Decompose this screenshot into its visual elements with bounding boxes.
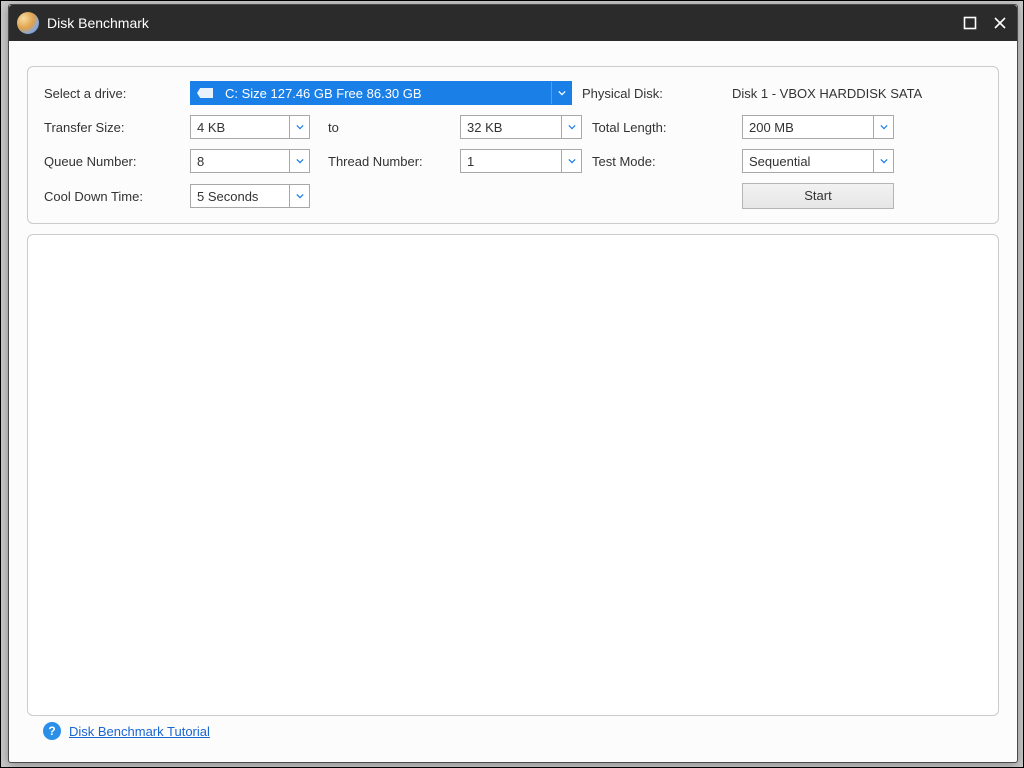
thread-number-value: 1 — [461, 154, 561, 169]
app-icon — [17, 12, 39, 34]
results-panel — [27, 234, 999, 716]
chevron-down-icon — [296, 158, 304, 164]
chevron-down-icon — [568, 124, 576, 130]
physical-disk-value: Disk 1 - VBOX HARDDISK SATA — [732, 86, 982, 101]
close-icon — [993, 16, 1007, 30]
transfer-from-select[interactable]: 4 KB — [190, 115, 310, 139]
titlebar[interactable]: Disk Benchmark — [9, 5, 1017, 41]
drive-select-dropdown-button[interactable] — [551, 82, 571, 104]
cooldown-dropdown-button[interactable] — [289, 185, 309, 207]
queue-number-value: 8 — [191, 154, 289, 169]
test-mode-dropdown-button[interactable] — [873, 150, 893, 172]
help-icon[interactable]: ? — [43, 722, 61, 740]
drive-select-value: C: Size 127.46 GB Free 86.30 GB — [219, 86, 551, 101]
total-length-select[interactable]: 200 MB — [742, 115, 894, 139]
cooldown-select[interactable]: 5 Seconds — [190, 184, 310, 208]
queue-number-select[interactable]: 8 — [190, 149, 310, 173]
label-to: to — [320, 120, 450, 135]
transfer-to-dropdown-button[interactable] — [561, 116, 581, 138]
label-select-drive: Select a drive: — [44, 86, 180, 101]
disk-benchmark-window: Disk Benchmark Select a drive: C: Size 1… — [8, 4, 1018, 763]
thread-number-dropdown-button[interactable] — [561, 150, 581, 172]
row-queue: Queue Number: 8 Thread Number: 1 Test Mo… — [44, 149, 982, 173]
queue-number-dropdown-button[interactable] — [289, 150, 309, 172]
disk-icon — [197, 88, 213, 98]
transfer-from-value: 4 KB — [191, 120, 289, 135]
start-button[interactable]: Start — [742, 183, 894, 209]
chevron-down-icon — [880, 124, 888, 130]
drive-select[interactable]: C: Size 127.46 GB Free 86.30 GB — [190, 81, 572, 105]
window-controls — [961, 14, 1009, 32]
row-cooldown: Cool Down Time: 5 Seconds Start — [44, 183, 982, 209]
maximize-button[interactable] — [961, 14, 979, 32]
label-test-mode: Test Mode: — [592, 154, 732, 169]
transfer-to-select[interactable]: 32 KB — [460, 115, 582, 139]
test-mode-select[interactable]: Sequential — [742, 149, 894, 173]
chevron-down-icon — [296, 124, 304, 130]
chevron-down-icon — [558, 90, 566, 96]
label-total-length: Total Length: — [592, 120, 732, 135]
row-transfer: Transfer Size: 4 KB to 32 KB Total Lengt… — [44, 115, 982, 139]
label-cool-down: Cool Down Time: — [44, 189, 180, 204]
test-mode-value: Sequential — [743, 154, 873, 169]
chevron-down-icon — [296, 193, 304, 199]
cooldown-value: 5 Seconds — [191, 189, 289, 204]
total-length-value: 200 MB — [743, 120, 873, 135]
label-thread-number: Thread Number: — [320, 154, 450, 169]
tutorial-link[interactable]: Disk Benchmark Tutorial — [69, 724, 210, 739]
chevron-down-icon — [568, 158, 576, 164]
transfer-to-value: 32 KB — [461, 120, 561, 135]
row-drive: Select a drive: C: Size 127.46 GB Free 8… — [44, 81, 982, 105]
close-button[interactable] — [991, 14, 1009, 32]
label-physical-disk: Physical Disk: — [582, 86, 722, 101]
chevron-down-icon — [880, 158, 888, 164]
footer: ? Disk Benchmark Tutorial — [27, 716, 999, 752]
window-title: Disk Benchmark — [47, 15, 961, 31]
maximize-icon — [963, 16, 977, 30]
thread-number-select[interactable]: 1 — [460, 149, 582, 173]
transfer-from-dropdown-button[interactable] — [289, 116, 309, 138]
total-length-dropdown-button[interactable] — [873, 116, 893, 138]
settings-panel: Select a drive: C: Size 127.46 GB Free 8… — [27, 66, 999, 224]
content-area: Select a drive: C: Size 127.46 GB Free 8… — [9, 41, 1017, 762]
label-transfer-size: Transfer Size: — [44, 120, 180, 135]
label-queue-number: Queue Number: — [44, 154, 180, 169]
